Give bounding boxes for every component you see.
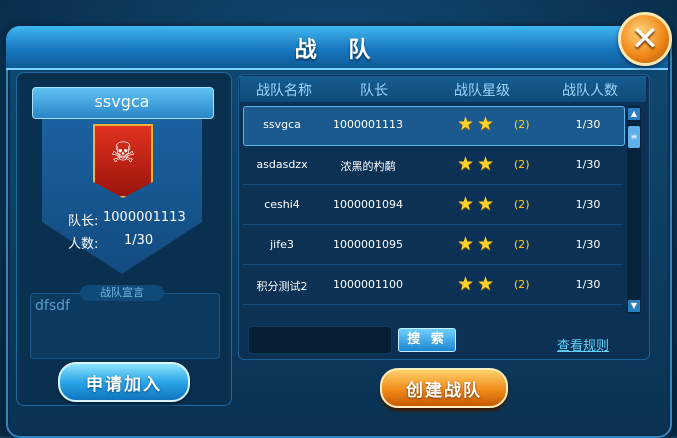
cell-team-name: ceshi4 [264, 198, 300, 211]
close-icon: ✕ [630, 19, 660, 59]
cell-star-level: (2) [514, 238, 530, 251]
header-stars: 战队星级 [454, 83, 510, 99]
cell-members: 1/30 [575, 158, 601, 171]
cell-team-name: ssvgca [263, 118, 301, 131]
search-button[interactable]: 搜 索 [398, 328, 456, 352]
skull-icon: ☠ [110, 136, 136, 169]
star-icon: ★ [477, 153, 495, 175]
cell-members: 1/30 [575, 238, 601, 251]
cell-leader: 1000001113 [333, 118, 403, 131]
star-icon: ★ [477, 113, 495, 135]
cell-team-name: jife3 [270, 238, 294, 251]
declaration-text: dfsdf [35, 298, 70, 314]
scroll-thumb[interactable]: ≡ [628, 126, 640, 148]
star-icon: ★ [457, 233, 475, 255]
cell-leader: 1000001094 [333, 198, 403, 211]
join-team-button[interactable]: 申请加入 [58, 362, 190, 402]
create-team-button[interactable]: 创建战队 [380, 368, 508, 408]
cell-star-level: (2) [514, 278, 530, 291]
header-members: 战队人数 [562, 83, 618, 99]
members-label: 人数: [68, 237, 99, 252]
cell-members: 1/30 [575, 278, 601, 291]
cell-leader: 1000001095 [333, 238, 403, 251]
star-icon: ★ [457, 193, 475, 215]
cell-members: 1/30 [575, 198, 601, 211]
leader-value: 1000001113 [103, 210, 186, 225]
leader-label: 队长: [68, 214, 99, 229]
team-name: ssvgca [94, 92, 150, 111]
view-rules-link[interactable]: 查看规则 [557, 335, 609, 354]
header-team-name: 战队名称 [256, 83, 312, 99]
search-input[interactable] [248, 326, 392, 354]
star-icon: ★ [477, 233, 495, 255]
star-icon: ★ [477, 273, 495, 295]
cell-star-level: (2) [514, 158, 530, 171]
scroll-down-arrow-icon[interactable]: ▼ [628, 300, 640, 312]
cell-members: 1/30 [575, 118, 601, 131]
header-leader: 队长 [360, 83, 388, 99]
star-icon: ★ [477, 193, 495, 215]
cell-star-level: (2) [514, 198, 530, 211]
cell-team-name: asdasdzx [256, 158, 308, 171]
dialog-title: 战 队 [294, 38, 383, 63]
close-button[interactable]: ✕ [618, 12, 672, 66]
scroll-up-arrow-icon[interactable]: ▲ [628, 108, 640, 120]
star-icon: ★ [457, 153, 475, 175]
cell-star-level: (2) [514, 118, 530, 131]
declaration-label: 战队宣言 [80, 285, 164, 301]
cell-leader: 浓黑的杓鹬 [340, 160, 396, 173]
members-value: 1/30 [124, 233, 154, 248]
star-icon: ★ [457, 273, 475, 295]
cell-leader: 1000001100 [333, 278, 403, 291]
cell-team-name: 积分测试2 [256, 280, 308, 293]
star-icon: ★ [457, 113, 475, 135]
